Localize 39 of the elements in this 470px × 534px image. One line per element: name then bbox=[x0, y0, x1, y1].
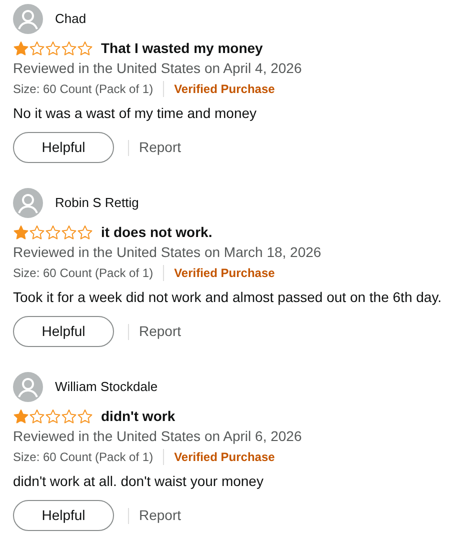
helpful-button[interactable]: Helpful bbox=[13, 132, 114, 163]
filled-star-icon bbox=[13, 408, 29, 424]
avatar-icon bbox=[13, 4, 43, 34]
empty-star-icon bbox=[45, 40, 61, 56]
helpful-button[interactable]: Helpful bbox=[13, 500, 114, 531]
avatar-icon bbox=[13, 372, 43, 402]
empty-star-icon bbox=[61, 40, 77, 56]
empty-star-icon bbox=[61, 408, 77, 424]
product-size: Size: 60 Count (Pack of 1) bbox=[13, 449, 154, 466]
filled-star-icon bbox=[13, 40, 29, 56]
verified-purchase-label: Verified Purchase bbox=[174, 81, 275, 98]
report-link[interactable]: Report bbox=[139, 505, 182, 526]
reviewer-name: Chad bbox=[55, 11, 86, 27]
reviewer-name: Robin S Rettig bbox=[55, 195, 139, 211]
empty-star-icon bbox=[77, 408, 93, 424]
empty-star-icon bbox=[45, 224, 61, 240]
review-date: Reviewed in the United States on April 4, 2026 bbox=[13, 59, 303, 77]
helpful-button[interactable]: Helpful bbox=[13, 316, 114, 347]
filled-star-icon bbox=[13, 224, 29, 240]
review-date: Reviewed in the United States on March 18, 2026 bbox=[13, 243, 322, 261]
review-title[interactable]: That I wasted my money bbox=[101, 40, 263, 56]
reviewer-name: William Stockdale bbox=[55, 379, 158, 395]
product-size: Size: 60 Count (Pack of 1) bbox=[13, 81, 154, 98]
avatar-icon bbox=[13, 188, 43, 218]
verified-purchase-label: Verified Purchase bbox=[174, 449, 275, 466]
review-title[interactable]: didn't work bbox=[101, 408, 176, 424]
empty-star-icon bbox=[61, 224, 77, 240]
report-link[interactable]: Report bbox=[139, 321, 182, 342]
verified-purchase-label: Verified Purchase bbox=[174, 265, 275, 282]
report-link[interactable]: Report bbox=[139, 137, 182, 158]
empty-star-icon bbox=[45, 408, 61, 424]
review-body: didn't work at all. don't waist your money bbox=[13, 472, 264, 491]
product-size: Size: 60 Count (Pack of 1) bbox=[13, 265, 154, 282]
review-date: Reviewed in the United States on April 6, 2026 bbox=[13, 427, 303, 445]
review-title[interactable]: it does not work. bbox=[101, 224, 212, 240]
review-body: No it was a wast of my time and money bbox=[13, 104, 258, 123]
empty-star-icon bbox=[77, 40, 93, 56]
review-body: Took it for a week did not work and almost passed out on the 6th day. bbox=[13, 288, 443, 307]
empty-star-icon bbox=[77, 224, 93, 240]
